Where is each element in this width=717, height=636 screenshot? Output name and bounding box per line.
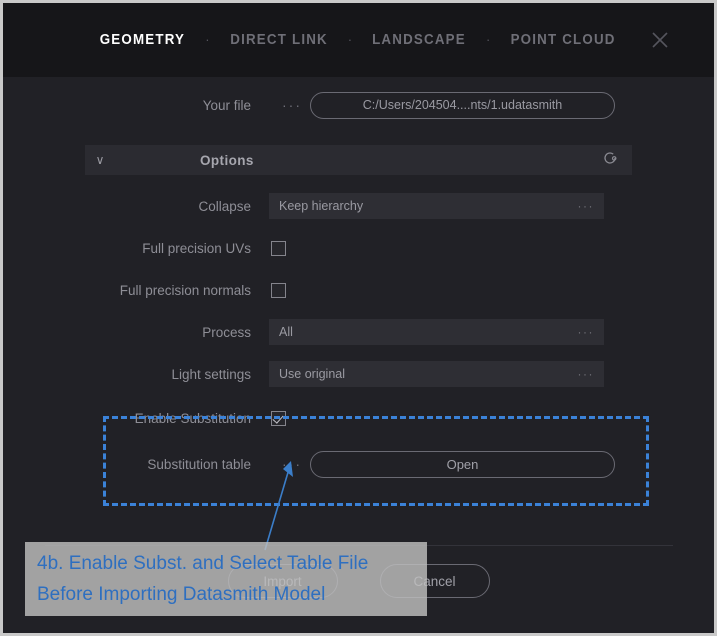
collapse-control: Keep hierarchy ··· <box>269 193 604 219</box>
row-full-precision-normals: Full precision normals <box>3 269 714 311</box>
reset-icon[interactable] <box>602 150 618 171</box>
enable-substitution-checkbox[interactable] <box>271 410 286 426</box>
substitution-table-control: ··· Open <box>251 450 615 478</box>
tab-separator-2: · <box>347 31 353 47</box>
datasmith-import-dialog: GEOMETRY · DIRECT LINK · LANDSCAPE · POI… <box>3 3 714 633</box>
enable-substitution-label: Enable Substitution <box>134 410 251 426</box>
your-file-browse-dots[interactable]: ··· <box>282 97 302 113</box>
tab-list: GEOMETRY · DIRECT LINK · LANDSCAPE · POI… <box>80 31 636 49</box>
annotation-line-2: Before Importing Datasmith Model <box>37 584 326 605</box>
chevron-down-icon[interactable]: ∨ <box>85 153 115 167</box>
collapse-value: Keep hierarchy <box>279 199 364 213</box>
process-control: All ··· <box>269 319 604 345</box>
tab-landscape[interactable]: LANDSCAPE <box>357 32 480 48</box>
screenshot-root: GEOMETRY · DIRECT LINK · LANDSCAPE · POI… <box>0 0 717 636</box>
options-title: Options <box>200 152 254 168</box>
options-section-header[interactable]: ∨ Options <box>85 145 632 175</box>
collapse-dropdown[interactable]: Keep hierarchy ··· <box>269 193 604 219</box>
your-file-control: ··· C:/Users/204504....nts/1.udatasmith <box>251 91 615 119</box>
row-enable-substitution: Enable Substitution <box>3 395 714 441</box>
dialog-tabbar: GEOMETRY · DIRECT LINK · LANDSCAPE · POI… <box>3 3 714 77</box>
dialog-body: Your file ··· C:/Users/204504....nts/1.u… <box>3 77 714 487</box>
tab-point-cloud[interactable]: POINT CLOUD <box>496 32 630 48</box>
full-precision-normals-label: Full precision normals <box>119 282 251 298</box>
tab-direct-link[interactable]: DIRECT LINK <box>215 32 342 48</box>
close-icon[interactable] <box>650 30 670 50</box>
process-dropdown[interactable]: All ··· <box>269 319 604 345</box>
process-dropdown-dots: ··· <box>577 325 594 339</box>
row-substitution-table: Substitution table ··· Open <box>3 441 714 487</box>
full-precision-uvs-control <box>269 240 286 256</box>
row-light-settings: Light settings Use original ··· <box>3 353 714 395</box>
light-settings-label: Light settings <box>171 366 251 382</box>
tab-geometry[interactable]: GEOMETRY <box>85 32 200 48</box>
full-precision-normals-checkbox[interactable] <box>271 282 286 298</box>
tab-separator-3: · <box>486 31 491 47</box>
row-collapse: Collapse Keep hierarchy ··· <box>3 185 714 227</box>
your-file-label: Your file <box>202 97 251 113</box>
light-settings-value: Use original <box>279 367 346 381</box>
row-your-file: Your file ··· C:/Users/204504....nts/1.u… <box>3 77 714 133</box>
substitution-table-browse-dots[interactable]: ··· <box>282 456 302 472</box>
light-settings-control: Use original ··· <box>269 361 604 387</box>
full-precision-uvs-checkbox[interactable] <box>271 240 286 256</box>
annotation-callout: 4b. Enable Subst. and Select Table File … <box>25 542 427 616</box>
annotation-line-1: 4b. Enable Subst. and Select Table File <box>37 553 369 574</box>
collapse-dropdown-dots: ··· <box>577 199 594 213</box>
tab-separator-1: · <box>205 31 210 47</box>
substitution-table-open-button[interactable]: Open <box>310 450 615 478</box>
row-process: Process All ··· <box>3 311 714 353</box>
your-file-path-button[interactable]: C:/Users/204504....nts/1.udatasmith <box>310 91 615 119</box>
collapse-label: Collapse <box>198 198 251 214</box>
substitution-table-label: Substitution table <box>147 456 251 472</box>
process-value: All <box>279 325 293 339</box>
light-settings-dropdown-dots: ··· <box>577 367 594 381</box>
row-full-precision-uvs: Full precision UVs <box>3 227 714 269</box>
process-label: Process <box>202 324 251 340</box>
light-settings-dropdown[interactable]: Use original ··· <box>269 361 604 387</box>
full-precision-uvs-label: Full precision UVs <box>142 240 251 256</box>
enable-substitution-control <box>269 410 286 426</box>
full-precision-normals-control <box>269 282 286 298</box>
